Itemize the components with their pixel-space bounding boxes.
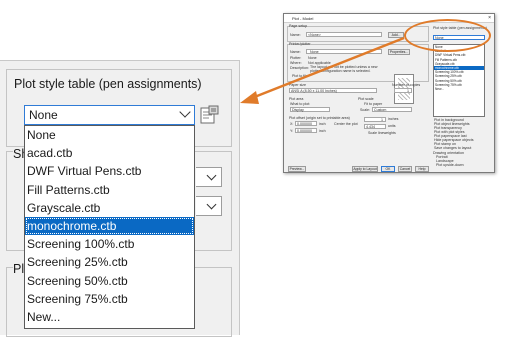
y-offset-value: 0.000000 — [297, 129, 312, 133]
plot-style-table-select[interactable]: None — [24, 105, 195, 125]
upside-down-option[interactable]: Plot upside-down — [436, 163, 464, 167]
scale-label: Scale: — [360, 108, 370, 112]
option-none[interactable]: None — [25, 126, 194, 144]
y-label: Y: — [290, 129, 294, 133]
scale-value: Custom — [374, 108, 387, 112]
x-offset-input[interactable]: 0.000000 — [295, 121, 317, 126]
plot-offset-label: Plot offset (origin set to printable are… — [289, 116, 350, 120]
scale-num-value: 1 — [381, 118, 383, 122]
scale-den-input[interactable]: 4.434 — [364, 124, 386, 129]
what-to-plot-value: Display — [292, 108, 304, 112]
copies-label: Number of copies — [392, 83, 421, 87]
paper-size-value: ANSI A (8.50 x 11.00 Inches) — [291, 89, 337, 93]
mini-option[interactable]: New... — [434, 87, 484, 91]
cancel-button[interactable]: Cancel — [398, 166, 412, 172]
chevron-down-icon — [206, 199, 217, 210]
description-value: The layout will not be plotted unless a … — [310, 65, 378, 73]
where-label: Where: — [290, 61, 302, 65]
x-offset-value: 0.000000 — [297, 122, 312, 126]
what-to-plot-label: What to plot: — [290, 102, 311, 106]
help-button[interactable]: Help — [415, 166, 429, 172]
printer-label: Printer/plotter — [289, 42, 311, 46]
option-save-changes[interactable]: Save changes to layout — [434, 146, 471, 150]
printer-select[interactable]: None — [306, 49, 382, 54]
paper-size-select[interactable]: ANSI A (8.50 x 11.00 Inches) — [289, 88, 377, 93]
chevron-down-icon — [179, 106, 191, 118]
scale-select[interactable]: Custom — [372, 107, 412, 112]
fit-to-paper-label[interactable]: Fit to paper — [364, 102, 382, 106]
page-setup-label: Page setup — [289, 24, 308, 28]
mini-plot-style-list: None acad.ctb DWF Virtual Pens.ctb Fill … — [433, 44, 485, 117]
printer-name-label: Name: — [290, 50, 301, 54]
option-screening-25[interactable]: Screening 25%.ctb — [25, 253, 194, 271]
copies-value: 1 — [407, 89, 409, 93]
shade-plot-select-edge[interactable] — [196, 167, 222, 187]
page-setup-value: <None> — [308, 33, 321, 37]
preview-button[interactable]: Preview... — [288, 166, 306, 172]
edit-plot-style-icon[interactable] — [200, 105, 219, 125]
option-monochrome[interactable]: monochrome.ctb — [25, 216, 194, 236]
what-to-plot-select[interactable]: Display — [290, 107, 330, 112]
plot-scale-label: Plot scale — [358, 97, 374, 101]
printer-value: None — [310, 50, 319, 54]
chevron-down-icon — [206, 170, 217, 181]
option-grayscale[interactable]: Grayscale.ctb — [25, 199, 194, 217]
plot-to-file-label[interactable]: Plot to file — [292, 74, 308, 78]
close-icon[interactable]: × — [488, 15, 491, 21]
option-dwf-virtual-pens[interactable]: DWF Virtual Pens.ctb — [25, 162, 194, 180]
scale-den-value: 4.434 — [366, 125, 375, 129]
paper-size-label: Paper size — [289, 83, 306, 87]
copies-input[interactable]: 1 — [394, 88, 412, 93]
option-screening-50[interactable]: Screening 50%.ctb — [25, 272, 194, 290]
inches-label: inches — [388, 117, 399, 121]
plot-style-group-title: Plot style table (pen assignments) — [14, 77, 202, 91]
center-plot-label[interactable]: Center the plot — [334, 122, 358, 126]
y-offset-input[interactable]: 0.000000 — [295, 128, 317, 133]
properties-button[interactable]: Properties... — [388, 48, 410, 55]
units-label: units — [388, 124, 396, 128]
description-label: Description: — [290, 66, 309, 70]
plot-style-dropdown-list: None acad.ctb DWF Virtual Pens.ctb Fill … — [24, 125, 195, 329]
ok-button[interactable]: OK — [381, 166, 395, 172]
add-button[interactable]: Add... — [388, 31, 404, 38]
option-acad-ctb[interactable]: acad.ctb — [25, 144, 194, 162]
callout-ellipse — [404, 19, 491, 52]
option-screening-100[interactable]: Screening 100%.ctb — [25, 235, 194, 253]
plot-dialog-title: Plot - Model — [292, 16, 314, 21]
x-label: X: — [290, 122, 294, 126]
page-setup-name-label: Name: — [290, 33, 301, 37]
y-inch-label: inch — [319, 129, 326, 133]
page-setup-select[interactable]: <None> — [306, 32, 382, 37]
plotter-value: None — [308, 56, 317, 60]
option-screening-75[interactable]: Screening 75%.ctb — [25, 290, 194, 308]
x-inch-label: inch — [319, 122, 326, 126]
scale-lineweights-label[interactable]: Scale lineweights — [368, 131, 396, 135]
option-new[interactable]: New... — [25, 308, 194, 326]
quality-select-edge[interactable] — [196, 196, 222, 216]
option-fill-patterns[interactable]: Fill Patterns.ctb — [25, 181, 194, 199]
plot-area-label: Plot area — [289, 97, 304, 101]
plot-style-selected-value: None — [29, 108, 58, 122]
plotter-label: Plotter: — [290, 56, 302, 60]
scale-num-input[interactable]: 1 — [364, 117, 386, 122]
apply-to-layout-button[interactable]: Apply to Layout — [352, 166, 378, 172]
